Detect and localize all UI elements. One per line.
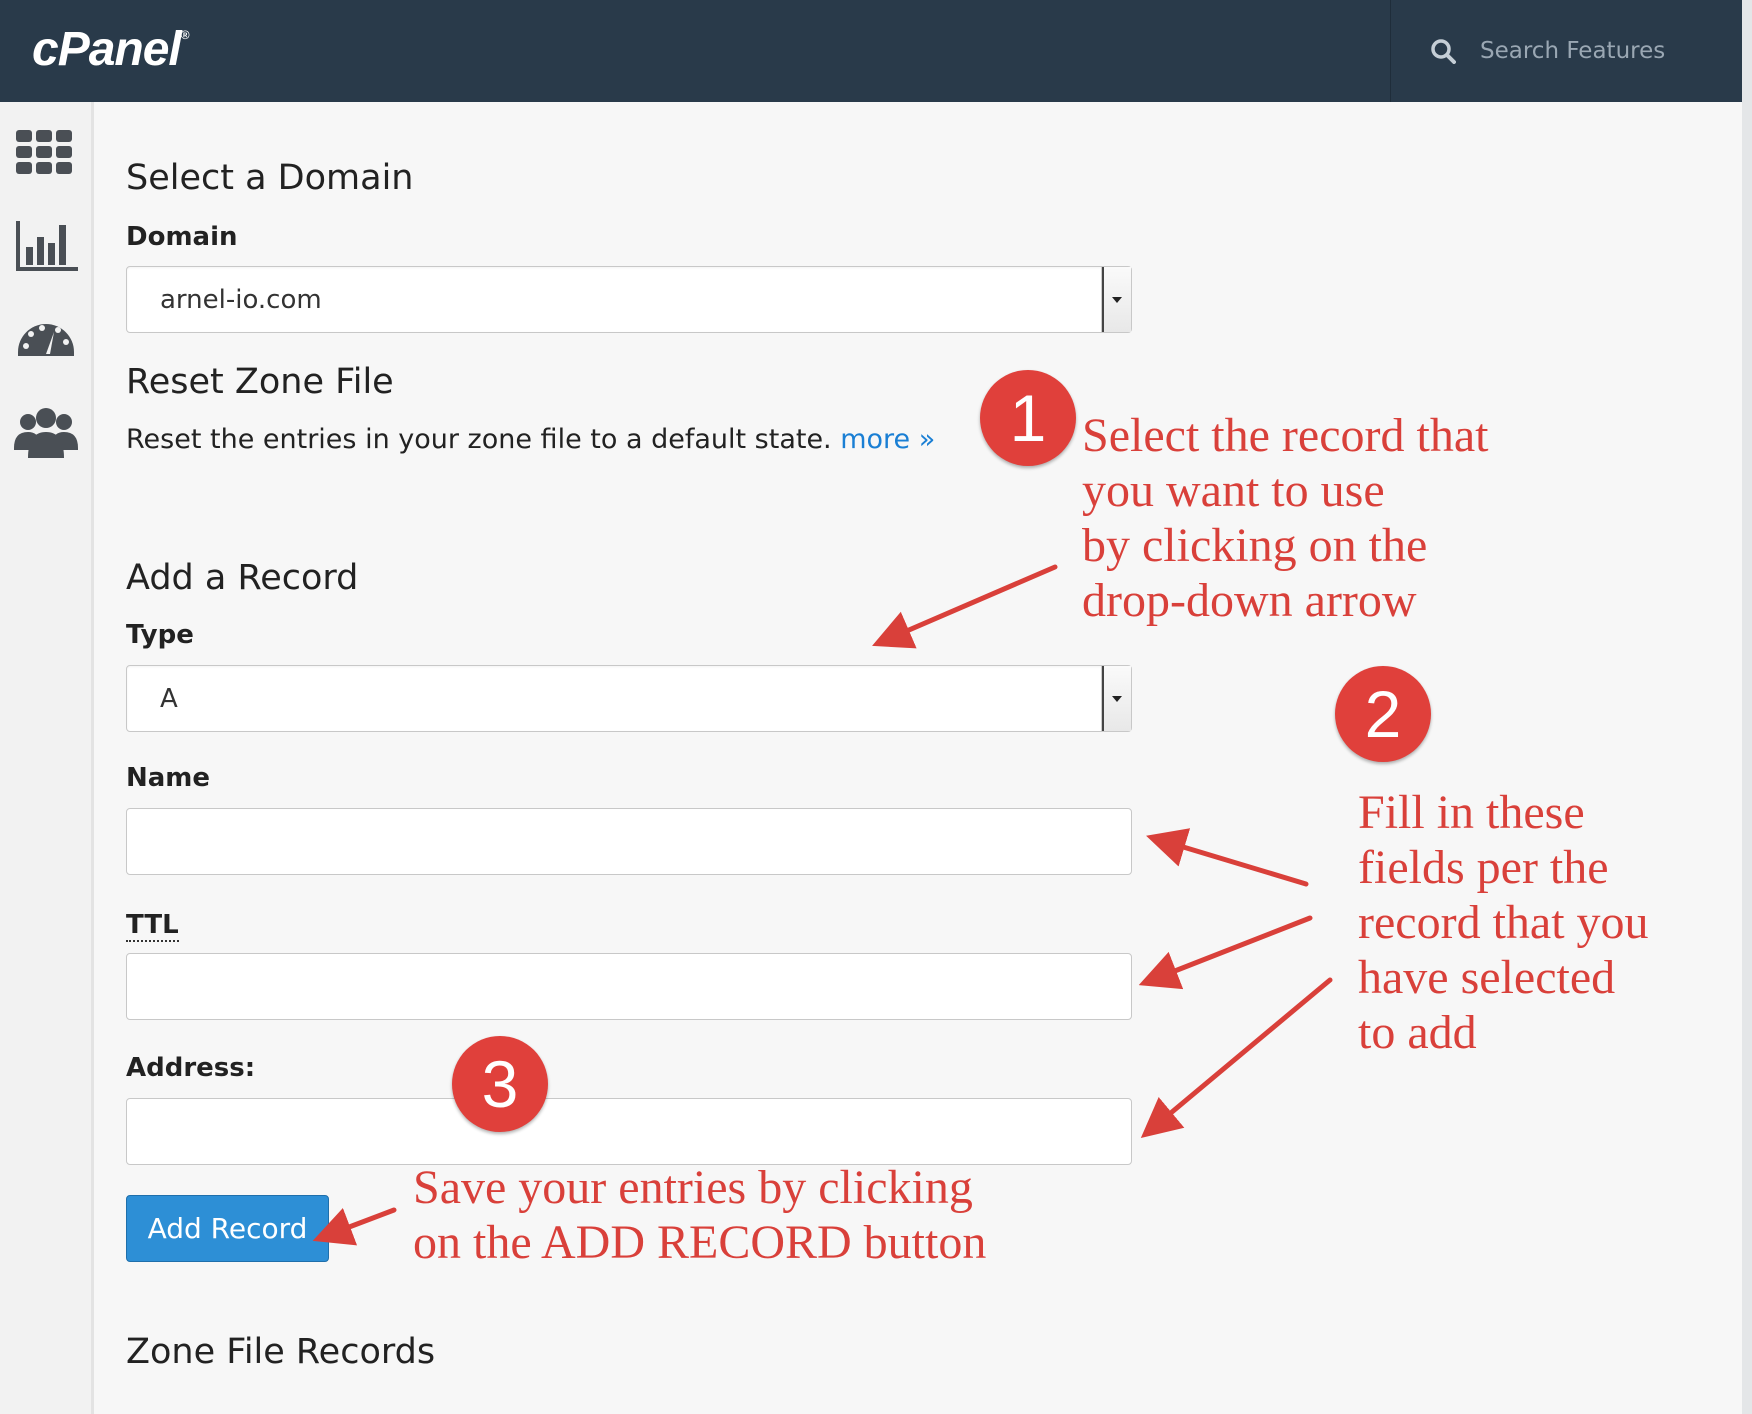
arrow-to-ttl-input [1138,915,1313,990]
arrow-to-name-input [1146,828,1309,887]
annotation-note-3: Save your entries by clicking on the ADD… [413,1161,987,1269]
annotation-badge-1: 1 [980,370,1076,466]
annotation-note-2: Fill in these fields per the record that… [1358,786,1649,1059]
annotation-badge-3: 3 [452,1036,548,1132]
arrow-to-address-input [1140,977,1333,1139]
annotation-note-1: Select the record that you want to use b… [1082,409,1489,627]
annotation-badge-2: 2 [1335,666,1431,762]
arrow-to-type-select [872,564,1058,649]
arrow-to-add-record-button [312,1207,397,1246]
